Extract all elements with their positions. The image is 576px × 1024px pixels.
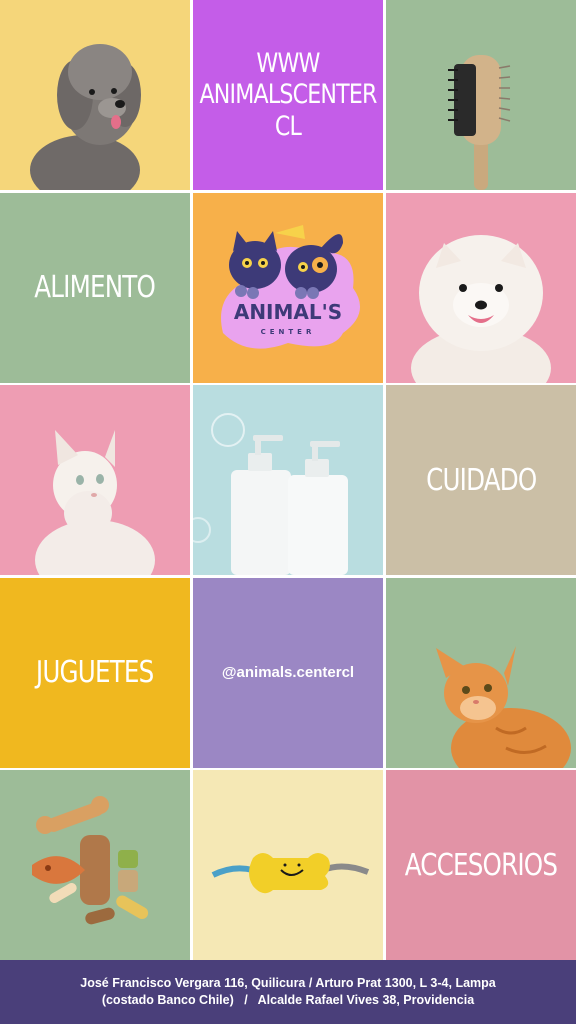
accesorios-label[interactable]: ACCESORIOS — [405, 849, 558, 882]
toy-photo-tile — [193, 770, 383, 960]
address-line-2: (costado Banco Chile) / Alcalde Rafael V… — [101, 993, 475, 1007]
orange-cat-image — [436, 645, 571, 768]
shampoo-bottles-image — [193, 413, 348, 575]
alimento-label[interactable]: ALIMENTO — [35, 271, 157, 304]
website-text[interactable]: WWW ANIMALSCENTER CL — [199, 48, 377, 142]
cuidado-tile[interactable]: CUIDADO — [386, 385, 576, 575]
instagram-tile[interactable]: @animals.centercl — [193, 577, 383, 768]
alimento-tile[interactable]: ALIMENTO — [0, 192, 190, 383]
pomeranian-photo-tile — [386, 192, 576, 383]
pomeranian-image — [411, 234, 551, 383]
bone-toy-image — [211, 853, 370, 894]
website-line-1: WWW — [256, 48, 320, 80]
animals-center-logo: ANIMAL'S CENTER — [221, 224, 361, 349]
website-line-2: ANIMALSCENTER — [199, 79, 377, 111]
accesorios-tile[interactable]: ACCESORIOS — [386, 770, 576, 960]
treats-photo-tile — [0, 770, 190, 960]
pet-brush-image — [448, 55, 511, 190]
poodle-image — [30, 44, 141, 190]
address-line-1: José Francisco Vergara 116, Quilicura / … — [80, 976, 496, 990]
juguetes-tile[interactable]: JUGUETES — [0, 577, 190, 768]
white-cat-photo-tile — [0, 385, 190, 575]
cuidado-label[interactable]: CUIDADO — [426, 464, 537, 497]
logo-text-main: ANIMAL'S — [234, 300, 342, 324]
juguetes-label[interactable]: JUGUETES — [36, 656, 154, 689]
website-tile[interactable]: WWW ANIMALSCENTER CL — [193, 0, 383, 190]
white-cat-image — [35, 430, 155, 575]
logo-text-sub: CENTER — [261, 328, 316, 336]
address-footer: José Francisco Vergara 116, Quilicura / … — [0, 960, 576, 1024]
brush-photo-tile — [386, 0, 576, 190]
poodle-photo-tile — [0, 0, 190, 190]
instagram-handle[interactable]: @animals.centercl — [222, 664, 354, 681]
tile-grid: WWW ANIMALSCENTER CL ALIMENTO ANIMAL'S C… — [0, 0, 576, 960]
dog-treats-image — [32, 796, 149, 925]
logo-tile: ANIMAL'S CENTER — [193, 192, 383, 383]
website-line-3: CL — [274, 110, 302, 142]
orange-cat-photo-tile — [386, 577, 576, 768]
bottles-photo-tile — [193, 385, 383, 575]
